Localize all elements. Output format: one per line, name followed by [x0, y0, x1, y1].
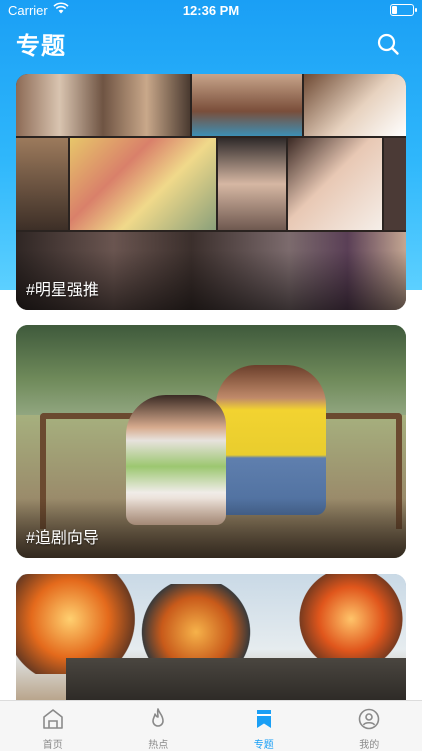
collage-photo	[16, 138, 68, 230]
home-icon	[41, 707, 65, 731]
collage-photo	[218, 138, 286, 230]
tab-topics[interactable]: 专题	[211, 701, 317, 751]
collage-photo	[16, 74, 190, 136]
collage-photo	[384, 138, 406, 230]
collage-photo	[192, 74, 302, 136]
search-icon	[376, 32, 400, 56]
bookmark-icon	[252, 707, 276, 731]
tab-label: 首页	[0, 736, 106, 751]
status-time: 12:36 PM	[0, 3, 422, 18]
tab-label: 我的	[317, 736, 422, 751]
tab-mine[interactable]: 我的	[317, 701, 422, 751]
flame-icon	[146, 707, 170, 731]
soldiers	[66, 658, 406, 700]
search-button[interactable]	[376, 32, 400, 56]
scene-figure-right	[216, 365, 326, 515]
tab-home[interactable]: 首页	[0, 701, 106, 751]
topic-label: #追剧向导	[26, 524, 99, 548]
page-title: 专题	[16, 26, 66, 61]
tab-label: 专题	[211, 736, 317, 751]
tab-hot[interactable]: 热点	[106, 701, 212, 751]
explosion-center	[136, 584, 256, 664]
topic-card-celebrity[interactable]: #明星强推	[16, 74, 406, 310]
explosion-right	[296, 574, 406, 664]
topic-card-war[interactable]	[16, 574, 406, 700]
profile-icon	[357, 707, 381, 731]
tab-bar: 首页 热点 专题 我的	[0, 700, 422, 751]
battery-icon	[390, 4, 414, 16]
collage-photo	[288, 138, 382, 230]
topic-label: #明星强推	[26, 276, 99, 300]
collage-photo	[70, 138, 216, 230]
tab-label: 热点	[106, 736, 212, 751]
collage-photo	[304, 74, 406, 136]
topic-card-drama[interactable]: #追剧向导	[16, 325, 406, 558]
status-bar: Carrier 12:36 PM	[0, 0, 422, 22]
